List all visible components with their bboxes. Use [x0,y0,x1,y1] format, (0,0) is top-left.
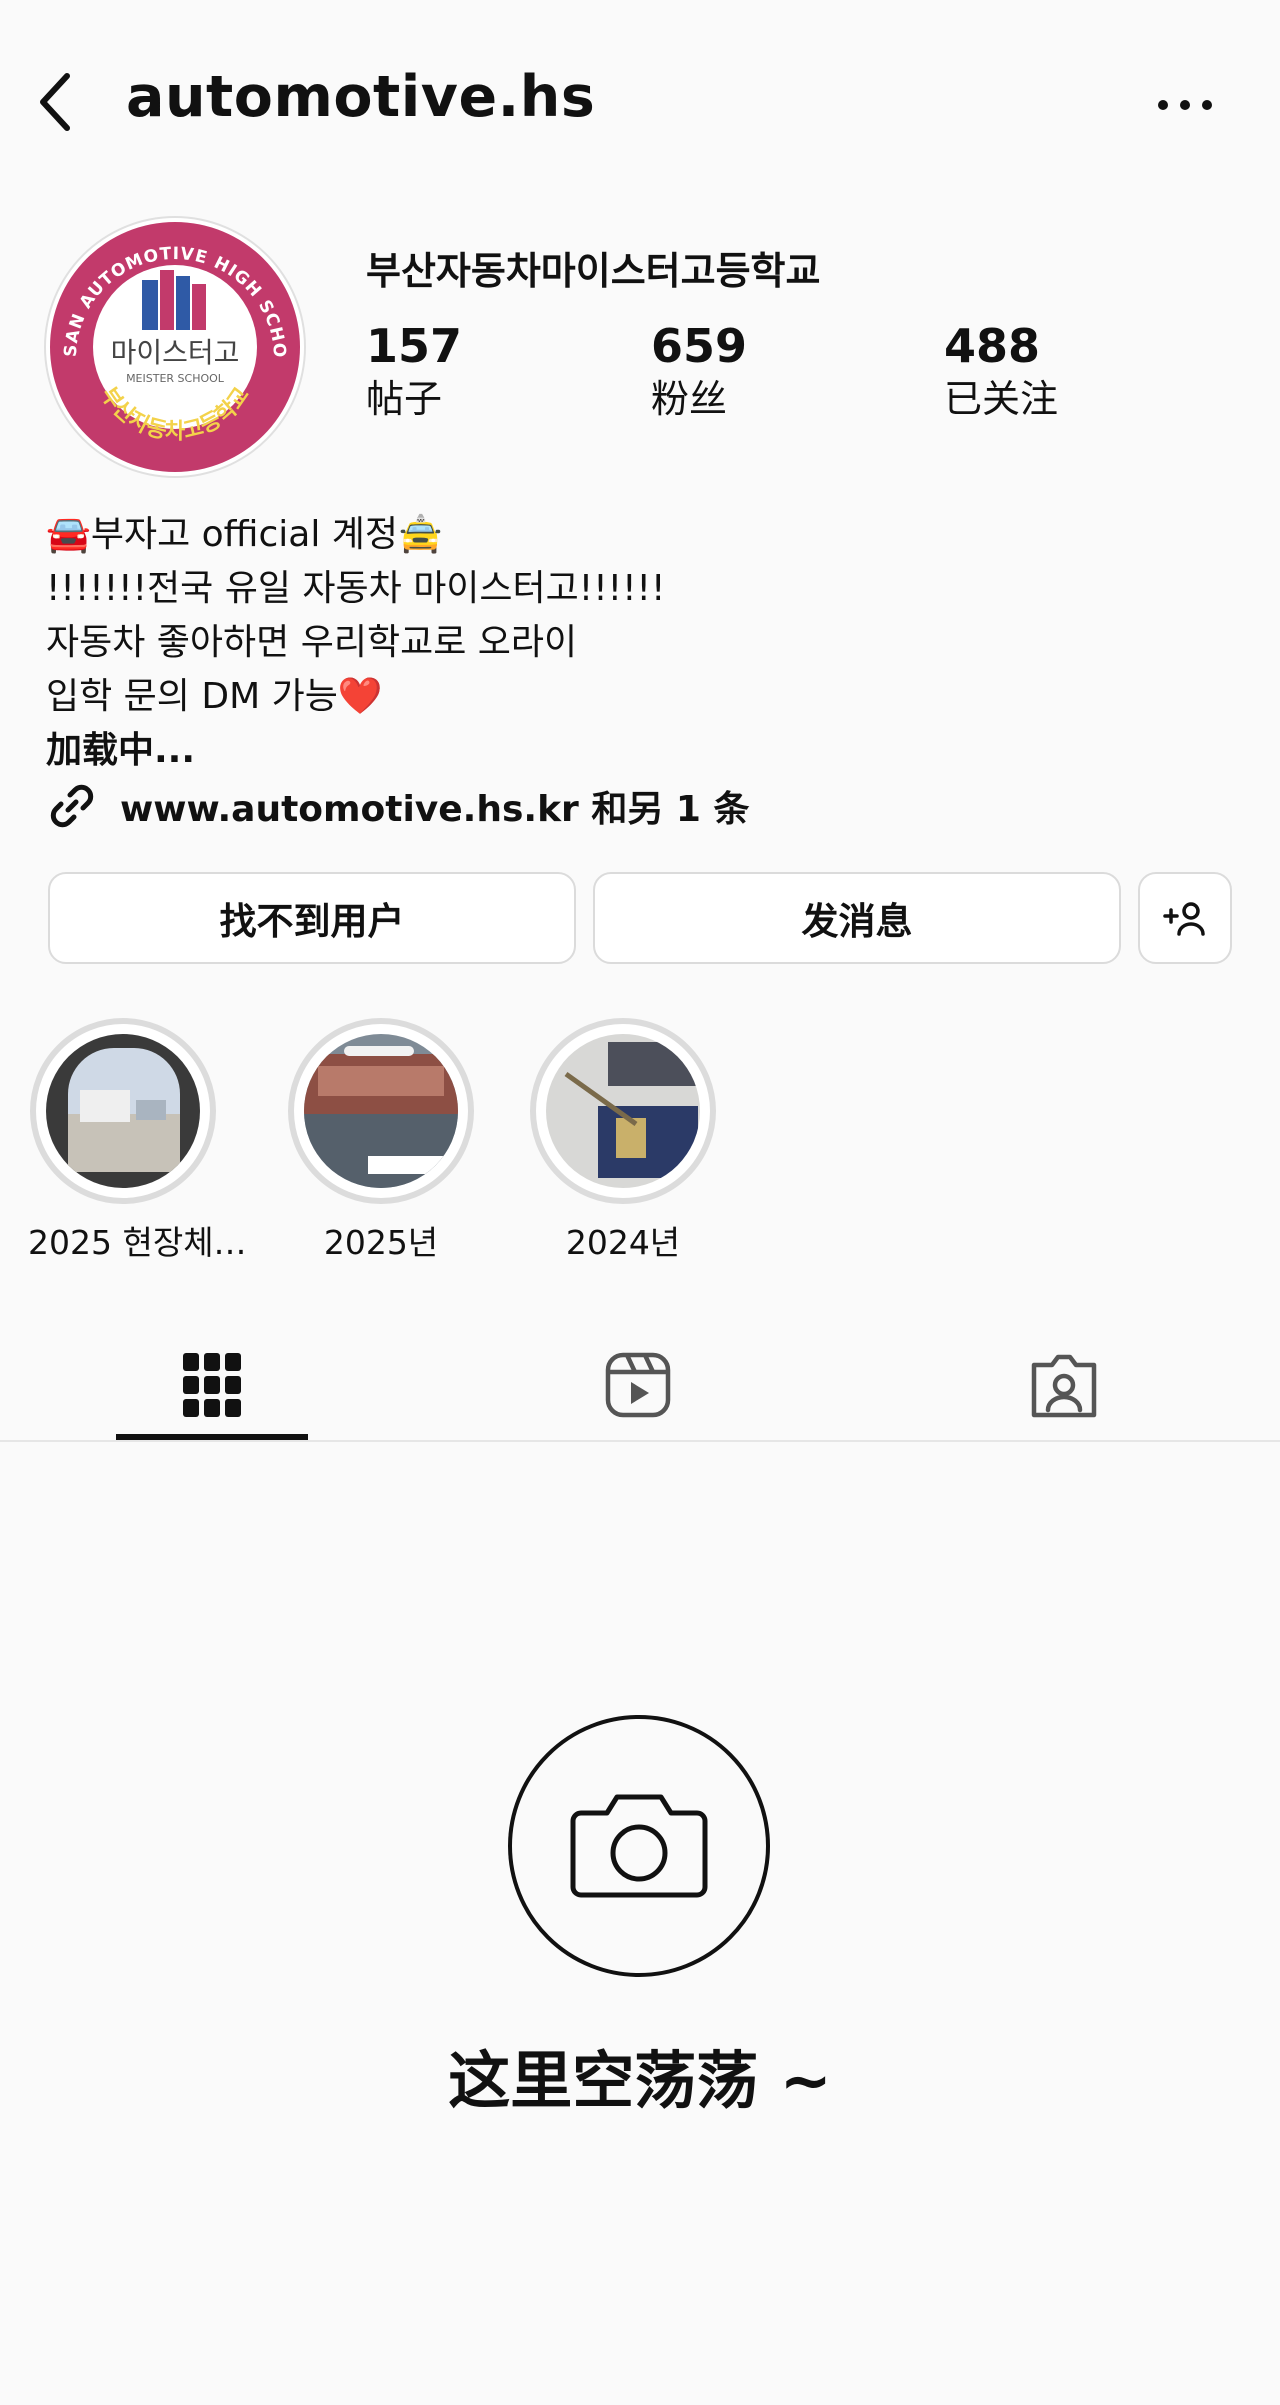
stat-followers[interactable]: 659 粉丝 [651,318,747,424]
bio: 🚘부자고 official 계정🚖 !!!!!!!전국 유일 자동차 마이스터고… [46,508,1226,778]
story-highlight[interactable]: 2025 현장체… [28,1018,247,1264]
link-icon [50,784,94,828]
story-highlight[interactable]: 2024년 [528,1018,718,1264]
reels-icon [605,1352,671,1418]
user-not-found-button[interactable]: 找不到用户 [48,872,576,964]
camera-icon [570,1794,708,1898]
bio-line: 입학 문의 DM 가능❤️ [46,676,383,717]
stat-value: 659 [651,319,748,373]
tab-reels[interactable] [578,1340,698,1430]
add-person-icon [1163,902,1205,936]
stat-value: 488 [944,319,1041,373]
add-user-button[interactable] [1138,872,1232,964]
bio-line: !!!!!!!전국 유일 자동차 마이스터고!!!!!! [46,568,666,609]
empty-state-text: 这里空荡荡 ~ [448,2044,832,2117]
tagged-icon [1031,1354,1097,1418]
avatar[interactable]: BUSAN AUTOMOTIVE HIGH SCHOOL 부산자동차고등학교 마… [38,203,304,476]
bio-line: 자동차 좋아하면 우리학교로 오라이 [46,622,578,663]
message-button[interactable]: 发消息 [593,872,1121,964]
highlight-ring [530,1018,716,1204]
tab-posts[interactable] [152,1340,272,1430]
highlight-thumbnail [304,1034,458,1188]
tab-tagged[interactable] [1004,1340,1124,1430]
highlight-thumbnail [46,1034,200,1188]
bio-loading-text[interactable]: 加载中... [46,724,1226,778]
profile-link[interactable]: www.automotive.hs.kr 和另 1 条 [46,780,749,832]
chevron-left-icon [40,73,70,131]
highlight-thumbnail [546,1034,700,1188]
highlight-ring [30,1018,216,1204]
grid-icon [183,1353,241,1417]
svg-text:MEISTER SCHOOL: MEISTER SCHOOL [126,372,225,385]
stat-value: 157 [366,319,463,373]
highlight-label: 2024년 [565,1223,681,1262]
highlight-label: 2025 현장체… [28,1223,247,1262]
svg-text:마이스터고: 마이스터고 [111,336,240,369]
page-title: automotive.hs [126,64,596,130]
stat-posts[interactable]: 157 帖子 [366,318,462,424]
display-name: 부산자동차마이스터고등학교 [366,249,821,293]
story-highlight[interactable]: 2025년 [286,1018,476,1264]
stat-label: 帖子 [366,377,443,421]
stat-following[interactable]: 488 已关注 [944,318,1058,424]
highlight-label: 2025년 [323,1223,439,1262]
stat-label: 已关注 [944,377,1059,421]
link-text: www.automotive.hs.kr 和另 1 条 [120,789,750,830]
empty-state-circle [508,1715,770,1977]
back-button[interactable] [30,62,80,142]
bio-line: 🚘부자고 official 계정🚖 [46,514,443,555]
highlight-ring [288,1018,474,1204]
more-horizontal-icon [1158,100,1212,110]
stat-label: 粉丝 [651,377,728,421]
school-logo: BUSAN AUTOMOTIVE HIGH SCHOOL 부산자동차고등학교 마… [38,203,300,472]
more-options-button[interactable] [1150,80,1220,130]
tabs-divider [0,1440,1280,1442]
